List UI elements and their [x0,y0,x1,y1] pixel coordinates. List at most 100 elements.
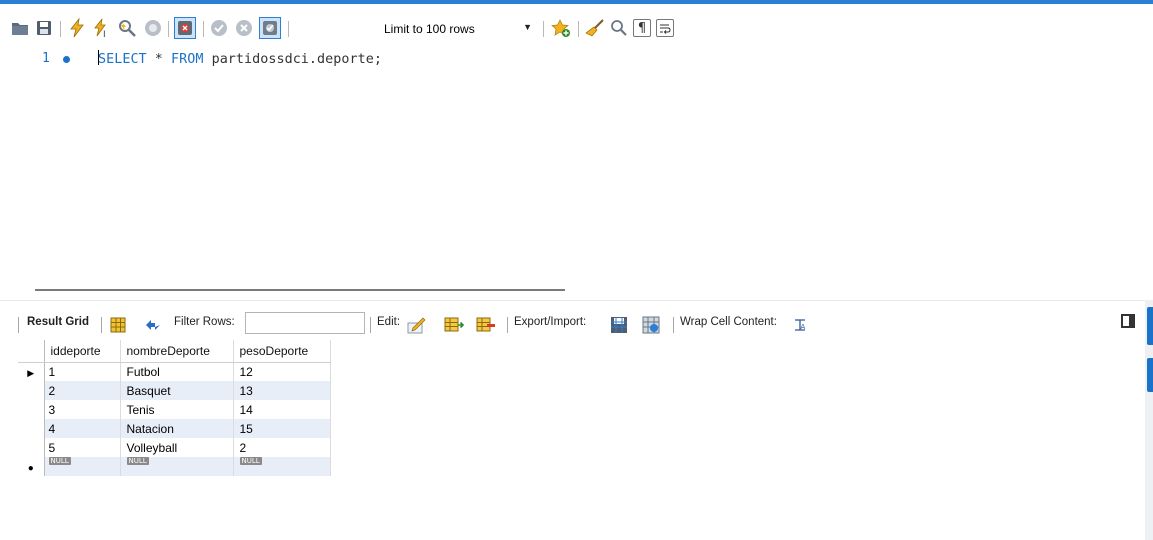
wrap-cell-content-label: Wrap Cell Content: [680,316,777,328]
table-row[interactable]: 2 Basquet 13 [18,381,331,400]
sql-keyword-from: FROM [171,52,204,67]
side-tab-form[interactable] [1147,358,1153,392]
grid-layout-icon[interactable] [108,315,128,335]
null-badge: NULL [239,456,262,465]
cell-iddeporte[interactable]: 1 [44,362,121,381]
cell-iddeporte[interactable]: NULL [44,456,121,476]
cell-nombreDeporte[interactable]: NULL [120,456,234,476]
add-snippet-star-icon[interactable] [551,18,571,38]
cell-pesoDeporte[interactable]: 13 [233,381,331,400]
toolbar-separator [60,21,61,37]
result-grid-tab[interactable]: Result Grid [27,316,89,328]
toolbar-separator [101,317,102,333]
row-header-corner [18,340,45,363]
edit-label: Edit: [377,316,401,328]
table-row[interactable]: 5 Volleyball 2 [18,438,331,457]
delete-row-icon[interactable] [476,315,496,335]
svg-text:A: A [801,323,806,331]
panel-divider[interactable] [0,300,1153,301]
toolbar-separator [203,21,204,37]
cell-pesoDeporte[interactable]: 2 [233,438,331,457]
find-icon[interactable] [609,18,629,38]
chevron-down-icon: ▼ [523,22,532,32]
limit-rows-dropdown[interactable]: Limit to 100 rows ▼ [378,18,538,40]
filter-rows-input[interactable] [245,312,365,334]
table-row[interactable]: 3 Tenis 14 [18,400,331,419]
save-icon[interactable] [34,18,54,38]
grid-header-row: iddeporte nombreDeporte pesoDeporte [18,340,331,363]
cell-nombreDeporte[interactable]: Natacion [120,419,234,438]
statement-marker-icon [63,56,70,63]
execute-lightning-icon[interactable] [67,18,87,38]
toggle-stop-on-error-icon[interactable] [174,17,196,39]
cell-pesoDeporte[interactable]: 15 [233,419,331,438]
new-row[interactable]: ● NULL NULL NULL [18,456,331,476]
export-icon[interactable] [609,315,629,335]
svg-text:I: I [103,30,106,38]
invisible-chars-icon[interactable]: ¶ [633,19,651,37]
toolbar-separator [168,21,169,37]
cell-iddeporte[interactable]: 4 [44,419,121,438]
explain-icon[interactable] [117,18,137,38]
window-top-border [0,0,1153,4]
cell-nombreDeporte[interactable]: Futbol [120,362,234,381]
table-row[interactable]: 4 Natacion 15 [18,419,331,438]
new-row-marker-icon: ● [18,457,45,476]
export-import-label: Export/Import: [514,316,587,328]
cell-nombreDeporte[interactable]: Volleyball [120,438,234,457]
sql-table-name: partidossdci.deporte; [203,52,382,67]
wrap-cell-toggle-icon[interactable]: A [792,315,808,335]
insert-row-icon[interactable] [444,315,464,335]
cell-pesoDeporte[interactable]: 12 [233,362,331,381]
column-header[interactable]: iddeporte [44,340,121,363]
row-header [18,381,45,400]
limit-rows-value: Limit to 100 rows [384,22,475,36]
toolbar-separator [507,317,508,333]
refresh-arrows-icon[interactable] [143,315,163,335]
result-grid-toolbar: Result Grid Filter Rows: Edit: Export/Im… [0,312,1153,338]
toolbar-separator [370,317,371,333]
row-header [18,400,45,419]
filter-rows-label: Filter Rows: [174,316,235,328]
open-folder-icon[interactable] [10,18,30,38]
toolbar-separator [18,317,19,333]
cell-iddeporte[interactable]: 3 [44,400,121,419]
cell-nombreDeporte[interactable]: Basquet [120,381,234,400]
sql-keyword-select: SELECT [98,52,147,67]
toolbar-separator [578,21,579,37]
horizontal-scrollbar[interactable] [35,289,565,291]
commit-icon[interactable] [209,18,229,38]
cell-pesoDeporte[interactable]: NULL [233,456,331,476]
toolbar-separator [673,317,674,333]
null-badge: NULL [48,456,71,465]
row-header [18,438,45,457]
autocommit-icon[interactable] [259,17,281,39]
edit-row-icon[interactable] [407,315,427,335]
sql-star: * [146,52,172,67]
sql-editor[interactable]: 1 SELECT * FROM partidossdci.deporte; [0,44,1153,289]
beautify-broom-icon[interactable] [585,18,605,38]
cell-pesoDeporte[interactable]: 14 [233,400,331,419]
null-badge: NULL [126,456,149,465]
stop-icon[interactable] [143,18,163,38]
column-header[interactable]: nombreDeporte [120,340,234,363]
sql-statement[interactable]: SELECT * FROM partidossdci.deporte; [98,50,382,67]
execute-current-icon[interactable]: I [92,18,112,38]
sql-editor-toolbar: I Limit to 100 rows ▼ ¶ [0,12,1153,44]
table-row[interactable]: ▶ 1 Futbol 12 [18,362,331,381]
rollback-icon[interactable] [234,18,254,38]
import-icon[interactable] [641,315,661,335]
toolbar-separator [543,21,544,37]
cell-nombreDeporte[interactable]: Tenis [120,400,234,419]
result-grid-table: iddeporte nombreDeporte pesoDeporte ▶ 1 … [18,340,331,476]
toggle-side-panel-icon[interactable] [1121,314,1135,328]
cell-iddeporte[interactable]: 5 [44,438,121,457]
column-header[interactable]: pesoDeporte [233,340,331,363]
row-header [18,419,45,438]
side-tab-result[interactable] [1147,307,1153,345]
word-wrap-icon[interactable] [656,19,674,37]
current-row-arrow-icon: ▶ [18,362,45,381]
cell-iddeporte[interactable]: 2 [44,381,121,400]
line-number: 1 [42,51,50,66]
toolbar-separator [288,21,289,37]
